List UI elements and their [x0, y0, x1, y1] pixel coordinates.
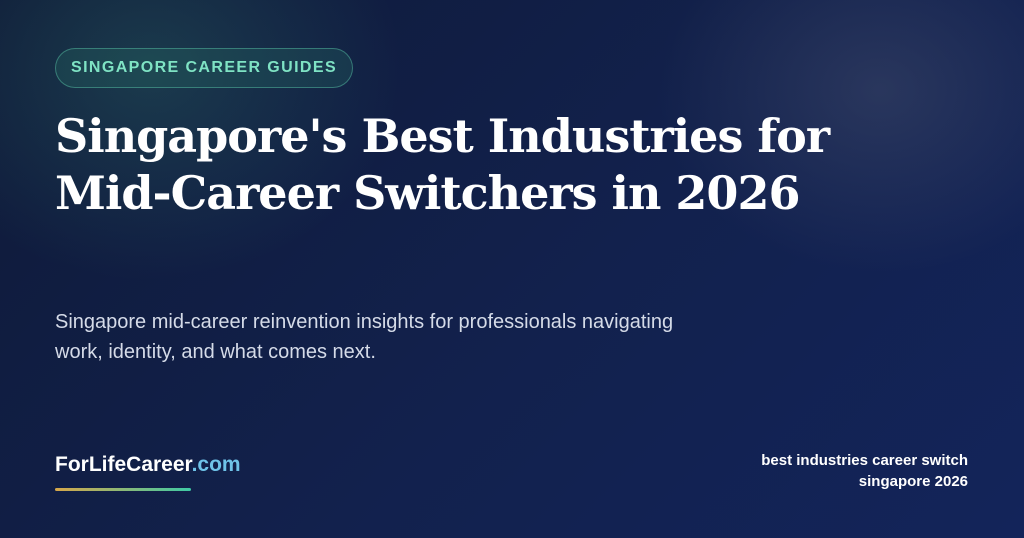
- brand-logo: ForLifeCareer.com: [55, 452, 241, 478]
- keyword-line-2: singapore 2026: [858, 473, 968, 490]
- brand-name: ForLifeCareer: [55, 453, 192, 476]
- keyword-line-1: best industries career switch: [761, 452, 968, 469]
- keyword-tags: best industries career switch singapore …: [668, 450, 968, 492]
- brand-domain-suffix: .com: [191, 453, 241, 476]
- category-badge: SINGAPORE CAREER GUIDES: [55, 48, 354, 88]
- page-subtitle: Singapore mid-career reinvention insight…: [55, 311, 674, 363]
- page-title: Singapore's Best Industries for Mid-Care…: [55, 109, 830, 220]
- article-cover-card: SINGAPORE CAREER GUIDES Singapore's Best…: [0, 0, 1024, 538]
- brand-underline: [55, 488, 191, 491]
